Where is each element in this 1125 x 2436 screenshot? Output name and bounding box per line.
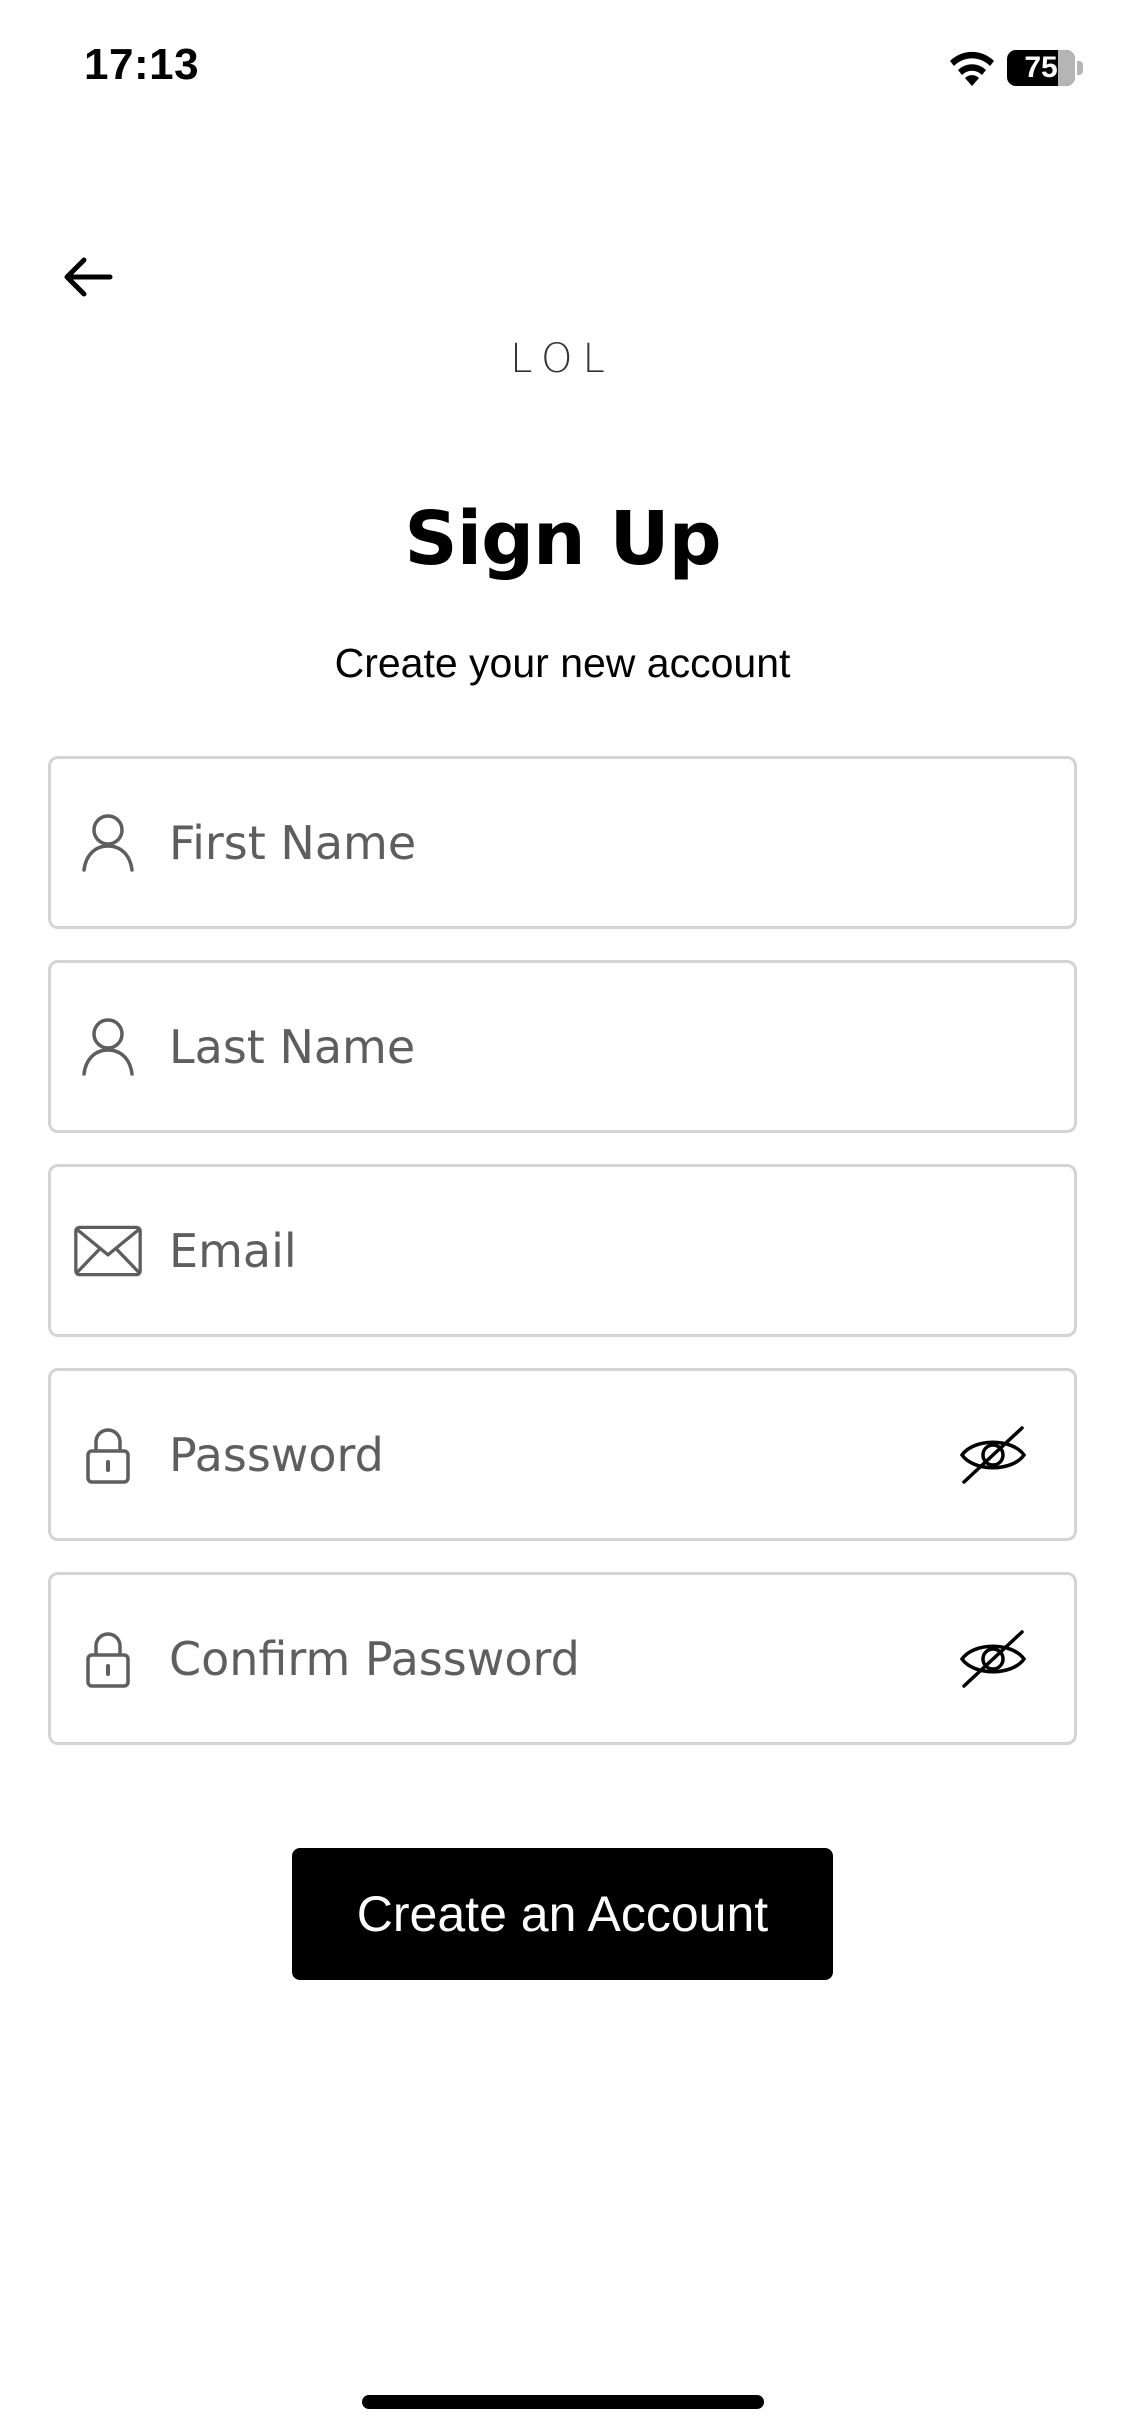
battery-level: 75	[1024, 51, 1058, 84]
eye-off-icon[interactable]	[958, 1628, 1028, 1690]
password-placeholder: Password	[169, 1427, 384, 1482]
create-account-button[interactable]: Create an Account	[292, 1848, 833, 1980]
page-title: Sign Up	[404, 496, 721, 582]
password-field[interactable]: Password	[48, 1368, 1077, 1541]
page-subtitle: Create your new account	[334, 640, 791, 686]
user-icon	[73, 1012, 143, 1082]
app-logo: LOL	[510, 336, 615, 382]
wifi-icon	[950, 51, 994, 86]
status-time: 17:13	[84, 40, 200, 89]
first-name-field[interactable]: First Name	[48, 756, 1077, 929]
last-name-placeholder: Last Name	[169, 1019, 416, 1074]
mail-icon	[73, 1216, 143, 1286]
back-arrow-icon[interactable]	[58, 246, 120, 308]
first-name-placeholder: First Name	[169, 815, 417, 870]
lock-icon	[73, 1420, 143, 1490]
home-indicator[interactable]	[362, 2395, 764, 2409]
lock-icon	[73, 1624, 143, 1694]
confirm-password-placeholder: Confirm Password	[169, 1631, 580, 1686]
last-name-field[interactable]: Last Name	[48, 960, 1077, 1133]
eye-off-icon[interactable]	[958, 1424, 1028, 1486]
battery-indicator: 75	[1007, 50, 1083, 86]
email-placeholder: Email	[169, 1223, 297, 1278]
email-field[interactable]: Email	[48, 1164, 1077, 1337]
confirm-password-field[interactable]: Confirm Password	[48, 1572, 1077, 1745]
user-icon	[73, 808, 143, 878]
